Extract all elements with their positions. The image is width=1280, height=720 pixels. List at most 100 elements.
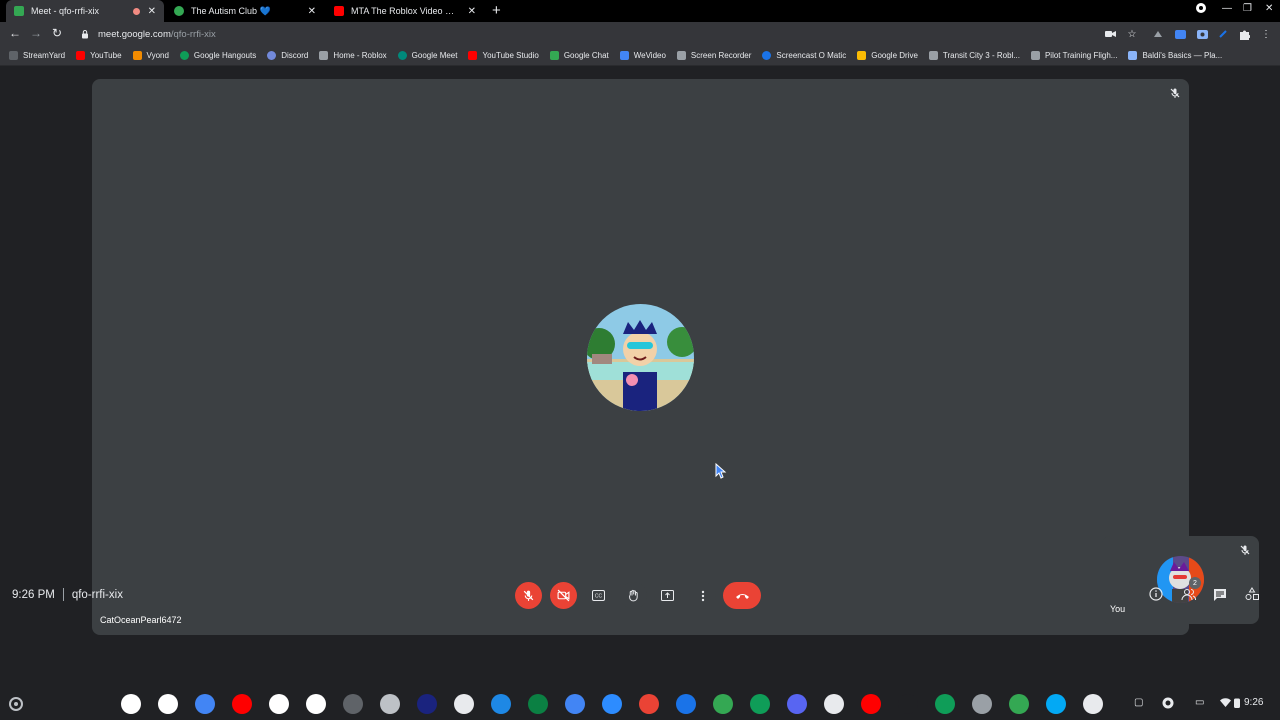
- chat-button[interactable]: [1212, 586, 1228, 602]
- tab-autism-club[interactable]: The Autism Club 💙 ✕: [166, 0, 324, 22]
- participant-name: CatOceanPearl6472: [100, 615, 182, 625]
- extension-recorder-icon[interactable]: [1196, 28, 1208, 40]
- present-screen-button[interactable]: [654, 582, 681, 609]
- meeting-info-button[interactable]: [1148, 586, 1164, 602]
- close-tab-icon[interactable]: ✕: [468, 6, 476, 17]
- discord-icon[interactable]: [787, 694, 807, 714]
- settings-icon[interactable]: [343, 694, 363, 714]
- captions-button[interactable]: CC: [585, 582, 612, 609]
- minimize-icon[interactable]: —: [1222, 3, 1232, 14]
- extension-2-icon[interactable]: [1217, 28, 1229, 40]
- camera-icon[interactable]: [454, 694, 474, 714]
- tray-app-icon[interactable]: [1162, 697, 1174, 709]
- extension-1-icon[interactable]: [1152, 28, 1164, 40]
- more-options-button[interactable]: [689, 582, 716, 609]
- restore-icon[interactable]: ❐: [1243, 3, 1252, 14]
- bookmark-google-hangouts[interactable]: Google Hangouts: [179, 51, 256, 60]
- app-26-icon[interactable]: [1046, 694, 1066, 714]
- url-host: meet.google.com: [98, 28, 171, 40]
- gmail-icon[interactable]: [158, 694, 178, 714]
- bookmark-label: Screen Recorder: [690, 51, 752, 60]
- bookmark-google-drive[interactable]: Google Drive: [857, 51, 918, 60]
- screen-recorder-icon[interactable]: [1083, 694, 1103, 714]
- roblox-icon[interactable]: [380, 694, 400, 714]
- bookmark-label: YouTube: [90, 51, 122, 60]
- forward-icon[interactable]: →: [30, 26, 42, 40]
- tab-title: Meet - qfo-rrfi-xix: [31, 6, 100, 16]
- app-20-icon[interactable]: [824, 694, 844, 714]
- docs-icon[interactable]: [195, 694, 215, 714]
- camera-in-use-icon[interactable]: [1104, 28, 1116, 40]
- address-bar[interactable]: meet.google.com/qfo-rrfi-xix: [72, 24, 1102, 44]
- toggle-mic-button[interactable]: [515, 582, 542, 609]
- app-15-icon[interactable]: [639, 694, 659, 714]
- meeting-code: qfo-rrfi-xix: [71, 588, 123, 601]
- youtube-icon[interactable]: [232, 694, 252, 714]
- bookmark-label: Google Drive: [871, 51, 918, 60]
- account-icon[interactable]: [1196, 3, 1206, 16]
- bookmark-streamyard[interactable]: StreamYard: [9, 51, 65, 60]
- toggle-camera-button[interactable]: [550, 582, 577, 609]
- url-path: /qfo-rrfi-xix: [170, 28, 216, 40]
- bookmark-screen-recorder[interactable]: Screen Recorder: [676, 51, 752, 60]
- hangouts-icon[interactable]: [935, 694, 955, 714]
- app-22-icon[interactable]: [898, 694, 918, 714]
- bookmark-screencast-o-matic[interactable]: Screencast O Matic: [762, 51, 846, 60]
- bookmark-label: Screencast O Matic: [776, 51, 847, 60]
- app-12-icon[interactable]: [528, 694, 548, 714]
- close-tab-icon[interactable]: ✕: [148, 6, 156, 17]
- divider: [62, 588, 64, 601]
- meeting-details: 9:26 PM qfo-rrfi-xix: [12, 588, 123, 601]
- bookmark-discord[interactable]: Discord: [267, 51, 308, 60]
- wifi-icon: [1220, 698, 1231, 707]
- close-window-icon[interactable]: ✕: [1265, 3, 1273, 14]
- drive-icon: [857, 51, 867, 60]
- close-tab-icon[interactable]: ✕: [308, 6, 316, 17]
- tab-meet[interactable]: Meet - qfo-rrfi-xix ✕: [6, 0, 164, 22]
- new-tab-icon[interactable]: +: [492, 2, 501, 19]
- app-18-icon[interactable]: [750, 694, 770, 714]
- roblox-studio-icon[interactable]: [972, 694, 992, 714]
- bookmark-youtube[interactable]: YouTube: [76, 51, 122, 60]
- tray-screen-capture-icon[interactable]: ▢: [1134, 697, 1143, 708]
- app-11-icon[interactable]: [491, 694, 511, 714]
- bookmark-google-chat[interactable]: Google Chat: [549, 51, 609, 60]
- bookmark-google-meet[interactable]: Google Meet: [397, 51, 457, 60]
- bookmark-wevideo[interactable]: WeVideo: [619, 51, 666, 60]
- extension-screencast-icon[interactable]: [1174, 28, 1186, 40]
- tray-clipboard-icon[interactable]: ▭: [1195, 697, 1204, 708]
- bookmark-transit-city[interactable]: Transit City 3 - Robl...: [928, 51, 1020, 60]
- app-13-icon[interactable]: [565, 694, 585, 714]
- files-icon[interactable]: [676, 694, 696, 714]
- screencast-icon: [762, 51, 772, 60]
- extensions-puzzle-icon[interactable]: [1238, 28, 1250, 40]
- zoom-icon[interactable]: [602, 694, 622, 714]
- bookmark-vyond[interactable]: Vyond: [132, 51, 169, 60]
- launcher-icon[interactable]: [9, 697, 23, 711]
- youtube-2-icon[interactable]: [861, 694, 881, 714]
- status-area[interactable]: 9:26: [1220, 697, 1263, 708]
- bookmark-youtube-studio[interactable]: YouTube Studio: [468, 51, 539, 60]
- mouse-cursor-icon: [715, 463, 727, 479]
- screencast-icon[interactable]: [417, 694, 437, 714]
- app-25-icon[interactable]: [1009, 694, 1029, 714]
- bookmark-label: Transit City 3 - Robl...: [942, 51, 1020, 60]
- participant-tile-main[interactable]: CatOceanPearl6472: [92, 79, 1189, 635]
- star-bookmark-icon[interactable]: ☆: [1126, 28, 1138, 40]
- bookmark-pilot-training[interactable]: Pilot Training Fligh...: [1030, 51, 1117, 60]
- reload-icon[interactable]: ↻: [52, 26, 62, 40]
- youtube-icon: [76, 51, 86, 60]
- play-store-icon[interactable]: [269, 694, 289, 714]
- browser-menu-icon[interactable]: ⋮: [1260, 28, 1272, 40]
- drive-icon[interactable]: [306, 694, 326, 714]
- chrome-icon[interactable]: [121, 694, 141, 714]
- hangouts-chat-icon[interactable]: [713, 694, 733, 714]
- bookmark-home-roblox[interactable]: Home - Roblox: [319, 51, 387, 60]
- leave-call-button[interactable]: [723, 582, 761, 609]
- camera-off-icon: [557, 589, 570, 602]
- back-icon[interactable]: ←: [9, 26, 21, 40]
- tab-mta-video[interactable]: MTA The Roblox Video Maker 2 ✕: [326, 0, 484, 22]
- raise-hand-button[interactable]: [620, 582, 647, 609]
- activities-button[interactable]: [1244, 586, 1260, 602]
- bookmark-baldis-basics[interactable]: Baldi's Basics — Pla...: [1128, 51, 1222, 60]
